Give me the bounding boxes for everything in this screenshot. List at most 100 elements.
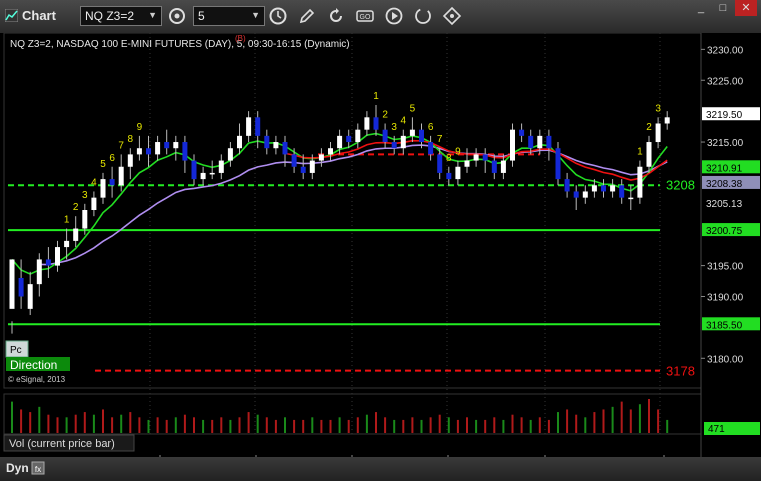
volume-bar	[229, 419, 232, 433]
candle-body	[273, 142, 279, 149]
volume-bar	[466, 417, 468, 433]
candle-body	[382, 129, 388, 143]
candle-body	[264, 135, 270, 149]
tools-icon[interactable]	[442, 6, 462, 26]
candle-body	[601, 185, 606, 192]
volume-bar	[211, 419, 214, 433]
restore-button[interactable]: □	[712, 0, 734, 16]
candle-body	[500, 160, 506, 173]
volume-bar	[456, 419, 459, 433]
refresh-data-icon[interactable]	[413, 6, 433, 26]
volume-bar	[356, 417, 359, 433]
volume-bar	[111, 417, 114, 433]
volume-bar	[529, 419, 532, 433]
candle-body	[73, 228, 79, 241]
minimize-button[interactable]: _	[690, 0, 712, 16]
axis-label: 3180.00	[707, 354, 744, 365]
pencil-icon[interactable]	[297, 6, 317, 26]
refresh-icon[interactable]	[326, 6, 346, 26]
price-tag-3205: 3205.13	[706, 199, 743, 210]
ma-green-tag: 3210.91	[706, 163, 743, 174]
volume-bar	[20, 409, 23, 433]
volume-bar	[293, 419, 296, 433]
volume-bar	[311, 417, 314, 433]
volume-bar	[557, 412, 559, 433]
volume-bar	[547, 419, 550, 433]
candle-body	[546, 135, 552, 149]
go-icon[interactable]: GO	[355, 6, 375, 26]
volume-bar	[429, 417, 432, 433]
bottom-bar: Dyn fx	[0, 457, 761, 481]
volume-bar	[274, 419, 277, 433]
level-label-3178: 3178	[666, 364, 695, 379]
lock-icon[interactable]: fx	[31, 461, 45, 475]
volume-bar	[56, 417, 59, 433]
volume-bar	[566, 409, 569, 433]
volume-bar	[38, 406, 41, 433]
volume-bar	[174, 417, 177, 433]
volume-bar	[320, 419, 323, 433]
candle-body	[537, 135, 543, 149]
clock-icon[interactable]	[268, 6, 288, 26]
volume-bar	[384, 417, 387, 433]
axis-label: 3190.00	[707, 293, 744, 304]
candle-body	[400, 135, 406, 149]
volume-bar	[65, 417, 68, 433]
volume-bar	[147, 419, 150, 433]
chart-canvas[interactable]: 123456789123456789 123 NQ Z3=2, NASDAQ 10…	[0, 33, 761, 457]
count-label: 1	[64, 215, 70, 226]
volume-bar	[402, 419, 405, 433]
symbol-input[interactable]: NQ Z3=2 ▼	[80, 6, 162, 26]
close-button[interactable]: ✕	[735, 0, 757, 16]
volume-bar	[502, 419, 505, 433]
candle-body	[591, 185, 597, 192]
volume-bar	[220, 417, 223, 433]
candle-body	[9, 259, 15, 309]
candle-body	[337, 135, 343, 149]
volume-bar	[238, 417, 241, 433]
axis-label: 3195.00	[707, 262, 744, 273]
chart-icon	[5, 9, 18, 22]
volume-bar	[156, 417, 159, 433]
interval-icon[interactable]	[167, 6, 187, 26]
count-label: 5	[410, 103, 416, 114]
candle-body	[464, 160, 470, 167]
svg-text:fx: fx	[35, 465, 41, 474]
count-label: 6	[428, 122, 434, 133]
candle-body	[528, 135, 534, 149]
candle-body	[419, 129, 424, 143]
candle-body	[127, 154, 133, 167]
count-label: 6	[109, 153, 115, 164]
volume-bar	[265, 417, 268, 433]
volume-bar	[129, 412, 132, 433]
candle-body	[510, 129, 515, 161]
candle-body	[100, 179, 106, 198]
volume-bar	[338, 417, 341, 433]
candle-body	[300, 166, 306, 173]
candle-body	[491, 160, 497, 173]
chevron-down-icon[interactable]: ▼	[251, 10, 260, 20]
candle-body	[55, 247, 60, 266]
candle-body	[309, 160, 315, 173]
toolbar: Chart NQ Z3=2 ▼ 5 ▼ GO _ □ ✕	[0, 0, 761, 34]
count-label: 7	[437, 134, 443, 145]
candle-body	[291, 154, 297, 167]
interval-input[interactable]: 5 ▼	[193, 6, 265, 26]
candle-body	[409, 129, 415, 136]
candle-body	[364, 117, 370, 130]
volume-bar	[120, 414, 123, 433]
volume-bar	[620, 401, 623, 433]
dyn-label: Dyn	[6, 461, 29, 475]
candle-body	[45, 259, 51, 266]
candle-body	[191, 160, 197, 180]
candle-body	[91, 197, 97, 210]
chevron-down-icon[interactable]: ▼	[148, 10, 157, 20]
volume-bar	[593, 412, 596, 433]
candle-body	[173, 142, 179, 149]
vol-label: Vol (current price bar)	[9, 438, 115, 450]
candle-body	[619, 185, 625, 198]
play-icon[interactable]	[384, 6, 404, 26]
interval-value: 5	[198, 9, 205, 23]
count-label: 2	[382, 110, 388, 121]
candle-body	[655, 123, 661, 143]
